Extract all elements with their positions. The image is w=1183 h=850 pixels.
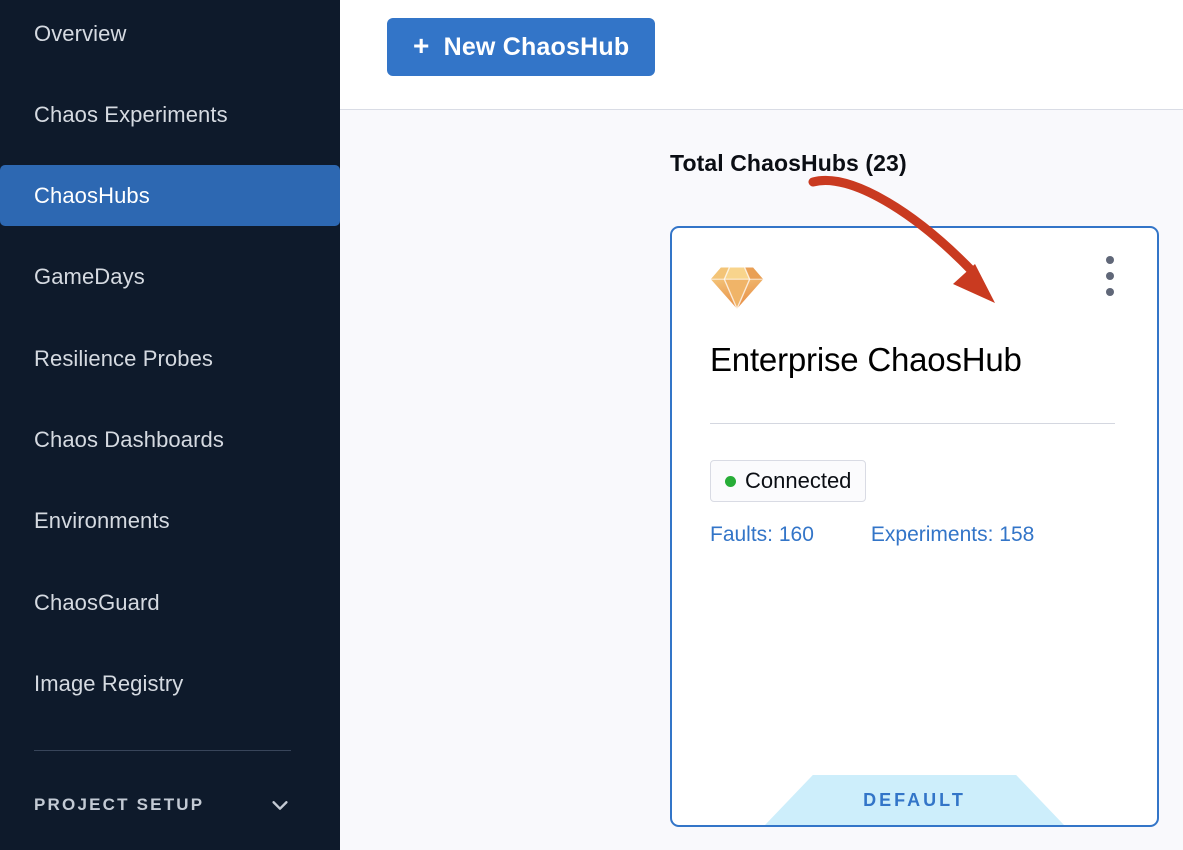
sidebar-item-label: GameDays	[34, 263, 145, 289]
sidebar: Overview Chaos Experiments ChaosHubs Gam…	[0, 0, 340, 850]
sidebar-item-chaosguard[interactable]: ChaosGuard	[0, 572, 340, 633]
sidebar-item-label: Resilience Probes	[34, 345, 214, 371]
total-chaoshubs-title: Total ChaosHubs (23)	[670, 150, 907, 176]
sidebar-item-gamedays[interactable]: GameDays	[0, 246, 340, 307]
sidebar-item-label: Environments	[34, 507, 170, 533]
chevron-down-icon[interactable]	[269, 794, 291, 816]
main-content: Total ChaosHubs (23) Enterprise ChaosHub…	[340, 110, 1183, 850]
new-chaoshub-button[interactable]: + New ChaosHub	[387, 18, 656, 76]
sidebar-item-label: ChaosHubs	[34, 182, 150, 208]
sidebar-item-image-registry[interactable]: Image Registry	[0, 653, 340, 714]
kebab-dot	[1106, 272, 1114, 280]
sidebar-item-resilience-probes[interactable]: Resilience Probes	[0, 328, 340, 389]
sidebar-section-project-setup[interactable]: PROJECT SETUP	[34, 790, 291, 820]
sidebar-item-chaoshubs[interactable]: ChaosHubs	[0, 165, 340, 226]
sidebar-item-label: Chaos Experiments	[34, 101, 228, 127]
plus-icon: +	[413, 30, 430, 61]
kebab-dot	[1106, 256, 1114, 264]
sidebar-item-chaos-experiments[interactable]: Chaos Experiments	[0, 84, 340, 145]
status-badge: Connected	[710, 460, 867, 502]
default-ribbon-label: DEFAULT	[863, 789, 966, 810]
sidebar-item-label: Overview	[34, 20, 127, 46]
sidebar-item-label: ChaosGuard	[34, 589, 160, 615]
experiments-link[interactable]: Experiments: 158	[871, 523, 1034, 547]
card-header	[672, 228, 1157, 348]
card-divider	[710, 423, 1115, 424]
card-options-menu-icon[interactable]	[1099, 256, 1121, 296]
chaoshub-card[interactable]: Enterprise ChaosHub Connected Faults: 16…	[670, 226, 1159, 827]
status-dot-icon	[725, 475, 736, 487]
sidebar-item-overview[interactable]: Overview	[0, 3, 340, 64]
kebab-dot	[1106, 288, 1114, 296]
chaoshub-name: Enterprise ChaosHub	[710, 341, 1022, 378]
sidebar-divider	[34, 750, 291, 751]
sidebar-item-label: Chaos Dashboards	[34, 426, 224, 452]
status-label: Connected	[745, 468, 852, 493]
card-stats: Faults: 160 Experiments: 158	[710, 523, 1034, 547]
sidebar-item-label: Image Registry	[34, 670, 184, 696]
faults-link[interactable]: Faults: 160	[710, 523, 814, 547]
new-chaoshub-label: New ChaosHub	[443, 32, 630, 61]
sidebar-item-environments[interactable]: Environments	[0, 490, 340, 551]
gem-icon	[710, 267, 764, 311]
default-ribbon: DEFAULT	[765, 775, 1064, 825]
sidebar-item-chaos-dashboards[interactable]: Chaos Dashboards	[0, 409, 340, 470]
page-header: + New ChaosHub	[340, 0, 1183, 110]
project-setup-label: PROJECT SETUP	[34, 795, 205, 814]
